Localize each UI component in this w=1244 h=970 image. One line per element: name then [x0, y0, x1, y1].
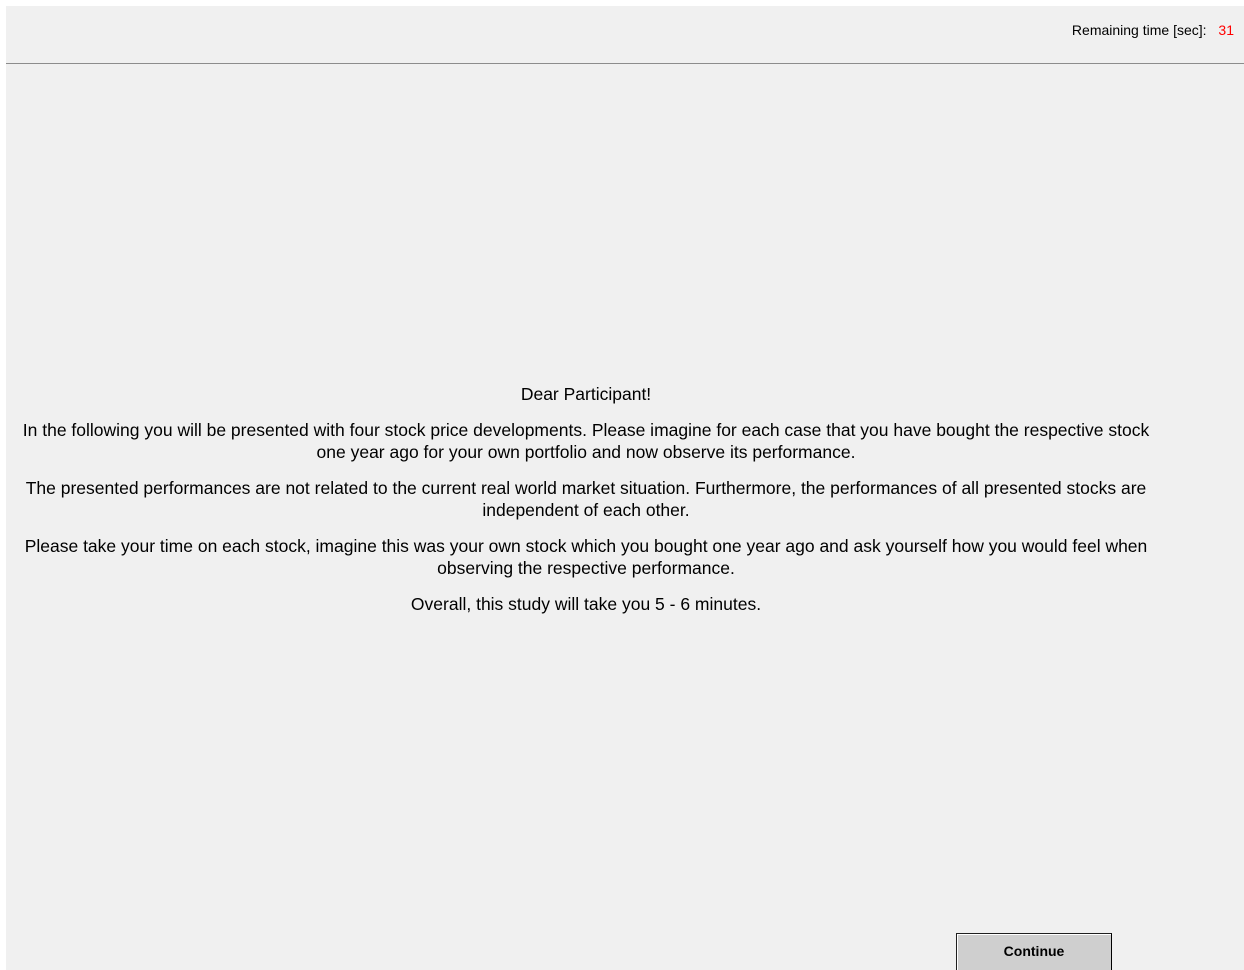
instruction-paragraph-2: The presented performances are not relat… [25, 478, 1147, 520]
continue-button[interactable]: Continue [956, 933, 1112, 970]
instructions-text: Dear Participant! In the following you w… [6, 383, 1166, 629]
instruction-paragraph-1: In the following you will be presented w… [22, 420, 1150, 462]
remaining-time: Remaining time [sec]: 31 [1072, 22, 1234, 38]
experiment-screen: Remaining time [sec]: 31 Dear Participan… [6, 6, 1244, 970]
instruction-paragraph-4: Overall, this study will take you 5 - 6 … [410, 594, 762, 614]
greeting-text: Dear Participant! [520, 384, 652, 404]
timer-label: Remaining time [sec]: [1071, 22, 1207, 38]
timer-value: 31 [1218, 22, 1234, 38]
header-bar: Remaining time [sec]: 31 [6, 6, 1244, 64]
instruction-paragraph-3: Please take your time on each stock, ima… [24, 536, 1148, 578]
